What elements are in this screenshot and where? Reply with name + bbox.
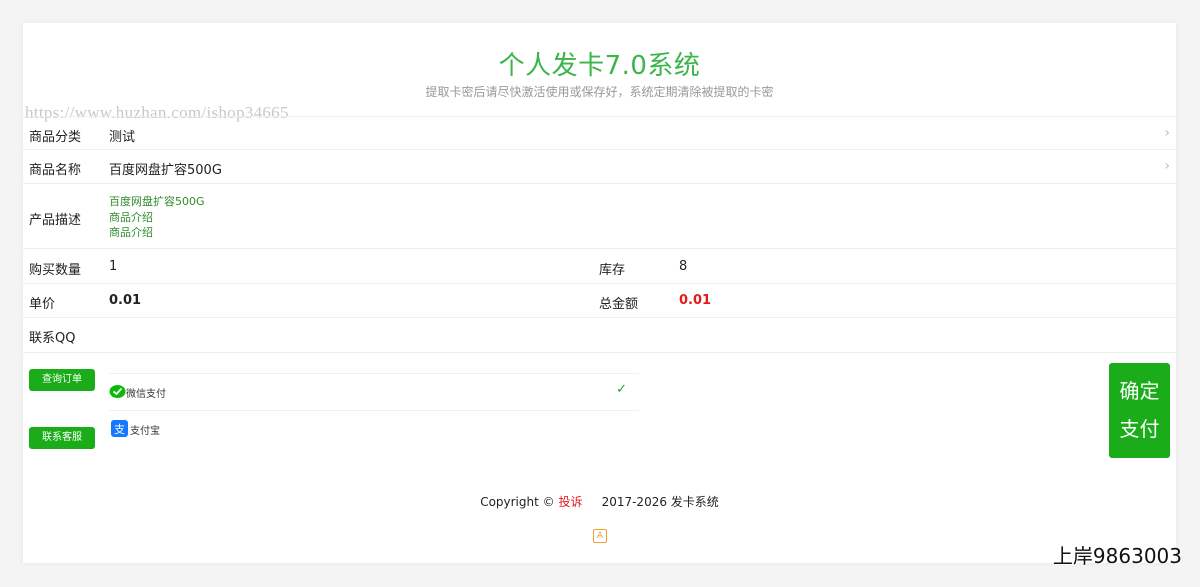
complain-link[interactable]: 投诉	[558, 495, 582, 509]
description-line: 百度网盘扩容500G	[109, 195, 205, 208]
svg-text:支: 支	[114, 423, 125, 436]
wechat-pay-icon	[109, 385, 126, 398]
contact-service-button[interactable]: 联系客服	[29, 427, 95, 449]
stock-label: 库存	[599, 263, 626, 278]
payment-option-alipay[interactable]: 支 支付宝	[109, 410, 639, 448]
quantity-row: 购买数量 1 库存 8	[23, 248, 1176, 284]
site-badge-icon: A	[593, 529, 607, 543]
description-row: 产品描述 百度网盘扩容500G 商品介绍 商品介绍	[23, 183, 1176, 249]
description-text: 百度网盘扩容500G 商品介绍 商品介绍	[109, 194, 205, 241]
qq-row: 联系QQ	[23, 317, 1176, 353]
stock-value: 8	[679, 259, 688, 274]
category-select[interactable]: 测试	[109, 126, 135, 145]
alipay-label: 支付宝	[130, 426, 160, 437]
total-label: 总金额	[599, 297, 639, 312]
page-subtitle: 提取卡密后请尽快激活使用或保存好，系统定期清除被提取的卡密	[425, 85, 774, 99]
page-title: 个人发卡7.0系统	[498, 51, 701, 81]
qq-label: 联系QQ	[29, 331, 76, 346]
description-line: 商品介绍	[109, 226, 153, 239]
confirm-pay-line: 确定	[1119, 379, 1160, 403]
chevron-right-icon: ›	[1164, 158, 1170, 174]
corner-watermark: 上岸9863003	[1052, 544, 1182, 568]
price-row: 单价 0.01 总金额 0.01	[23, 283, 1176, 318]
quantity-label: 购买数量	[29, 263, 82, 278]
total-value: 0.01	[679, 293, 712, 308]
category-row[interactable]: 商品分类 测试 ›	[23, 116, 1176, 150]
product-select[interactable]: 百度网盘扩容500G	[109, 159, 222, 178]
payment-section: 查询订单 联系客服 微信支付 ✓ 支 支付宝	[23, 352, 1176, 468]
footer-years: 2017-2026 发卡系统	[601, 495, 719, 509]
unit-price-value: 0.01	[109, 293, 142, 308]
copyright-text: Copyright ©	[480, 495, 555, 509]
wechat-pay-label: 微信支付	[126, 389, 166, 400]
chevron-right-icon: ›	[1164, 125, 1170, 141]
description-line: 商品介绍	[109, 210, 153, 224]
confirm-pay-button[interactable]: 确定 支付	[1109, 363, 1170, 458]
product-row[interactable]: 商品名称 百度网盘扩容500G ›	[23, 149, 1176, 184]
payment-option-wechat[interactable]: 微信支付 ✓	[109, 373, 639, 411]
footer: Copyright © 投诉 2017-2026 发卡系统	[23, 493, 1176, 510]
qq-input[interactable]	[109, 327, 589, 345]
category-label: 商品分类	[29, 130, 82, 145]
query-order-button[interactable]: 查询订单	[29, 369, 95, 391]
order-card: 个人发卡7.0系统 提取卡密后请尽快激活使用或保存好，系统定期清除被提取的卡密 …	[23, 23, 1176, 563]
unit-price-label: 单价	[29, 297, 56, 312]
product-label: 商品名称	[29, 163, 82, 178]
checkmark-icon: ✓	[616, 382, 627, 397]
confirm-pay-line: 支付	[1119, 417, 1160, 441]
quantity-input[interactable]: 1	[109, 259, 117, 274]
alipay-icon: 支	[111, 420, 128, 437]
description-label: 产品描述	[29, 213, 82, 228]
